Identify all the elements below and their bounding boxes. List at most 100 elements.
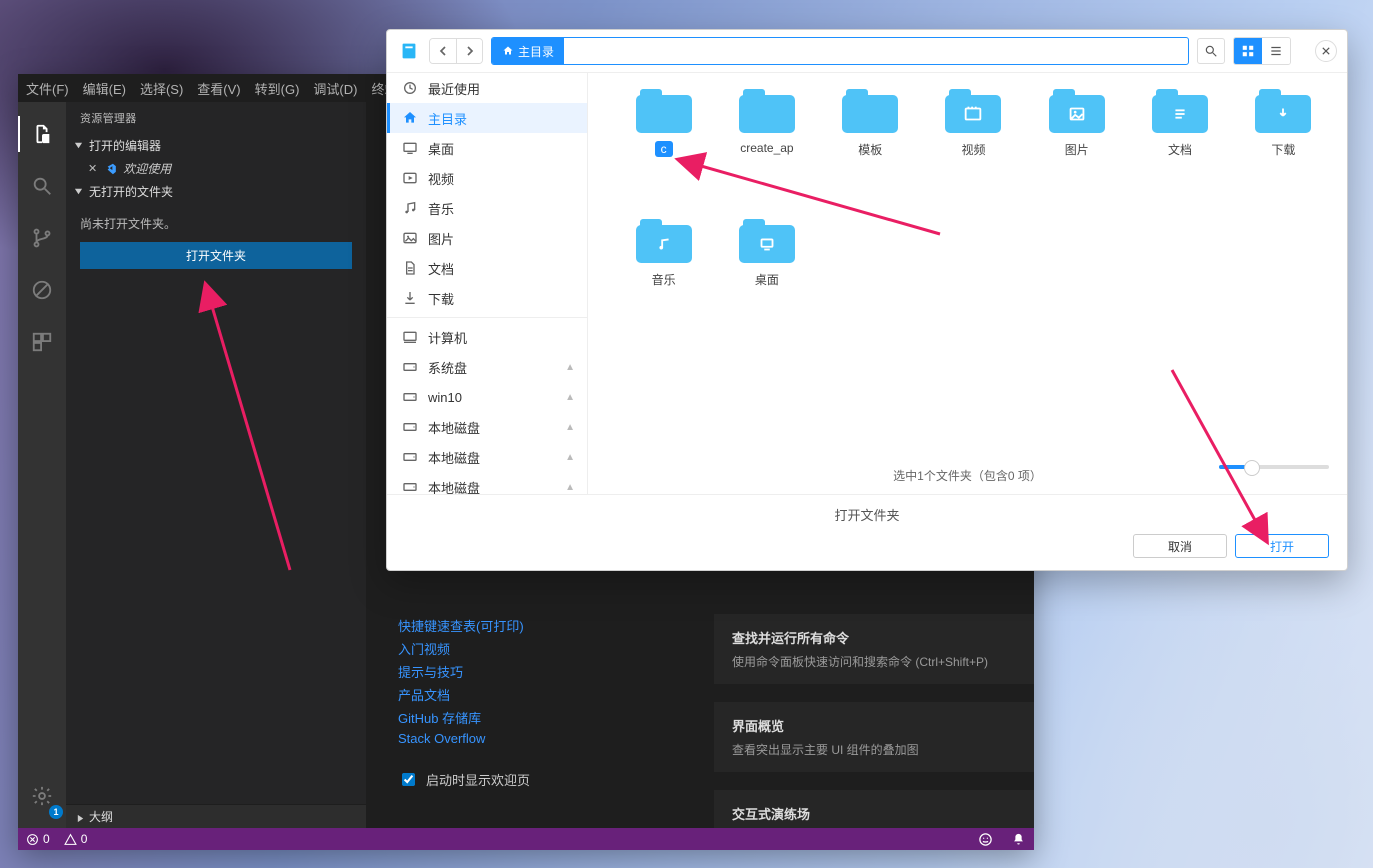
welcome-card-title: 界面概览 bbox=[732, 716, 1032, 735]
cancel-button[interactable]: 取消 bbox=[1133, 534, 1227, 558]
path-field[interactable]: 主目录 bbox=[491, 37, 1189, 65]
eject-icon[interactable]: ▲ bbox=[565, 422, 575, 433]
disk-icon bbox=[402, 359, 418, 375]
path-chip-label: 主目录 bbox=[518, 43, 554, 60]
welcome-checkbox[interactable] bbox=[402, 773, 415, 786]
places-item[interactable]: 本地磁盘▲ bbox=[387, 442, 587, 472]
places-item[interactable]: 图片 bbox=[387, 223, 587, 253]
smiley-icon[interactable] bbox=[978, 832, 993, 847]
selection-status-row: 选中1个文件夹（包含0 项） bbox=[588, 461, 1347, 494]
eject-icon[interactable]: ▲ bbox=[565, 452, 575, 463]
section-outline[interactable]: 大纲 bbox=[66, 804, 366, 828]
section-no-folder[interactable]: 无打开的文件夹 bbox=[66, 180, 366, 203]
folder-icon bbox=[636, 89, 692, 133]
folder-item[interactable]: c bbox=[612, 89, 715, 189]
open-folder-button[interactable]: 打开文件夹 bbox=[80, 242, 352, 269]
download-icon bbox=[402, 290, 418, 306]
folder-label: create_ap bbox=[740, 141, 793, 155]
places-item-label: win10 bbox=[428, 390, 462, 405]
folder-item[interactable]: 图片 bbox=[1025, 89, 1128, 189]
folder-item[interactable]: 文档 bbox=[1128, 89, 1231, 189]
places-item[interactable]: 视频 bbox=[387, 163, 587, 193]
places-item[interactable]: 本地磁盘▲ bbox=[387, 412, 587, 442]
extensions-icon bbox=[31, 331, 53, 353]
music-icon bbox=[402, 200, 418, 216]
grid-icon bbox=[1241, 44, 1255, 58]
welcome-card[interactable]: 交互式演练场在简短演练中试用编辑器的基本功能 bbox=[714, 790, 1034, 828]
nav-forward-button[interactable] bbox=[456, 39, 482, 63]
places-item[interactable]: 音乐 bbox=[387, 193, 587, 223]
nav-back-button[interactable] bbox=[430, 39, 456, 63]
places-item-label: 视频 bbox=[428, 169, 454, 188]
places-item[interactable]: 主目录 bbox=[387, 103, 587, 133]
welcome-card-title: 查找并运行所有命令 bbox=[732, 628, 1032, 647]
close-icon[interactable]: ✕ bbox=[88, 162, 97, 175]
places-item[interactable]: 桌面 bbox=[387, 133, 587, 163]
desktop-icon bbox=[402, 140, 418, 156]
folder-item[interactable]: 音乐 bbox=[612, 219, 715, 319]
menu-file[interactable]: 文件(F) bbox=[26, 79, 69, 98]
menu-selection[interactable]: 选择(S) bbox=[140, 79, 183, 98]
folder-item[interactable]: 视频 bbox=[922, 89, 1025, 189]
view-list-button[interactable] bbox=[1262, 38, 1290, 64]
activity-settings[interactable]: 1 bbox=[18, 774, 66, 818]
bell-icon[interactable] bbox=[1011, 832, 1026, 847]
places-item-label: 最近使用 bbox=[428, 79, 480, 98]
close-icon bbox=[1322, 46, 1330, 56]
path-chip-home[interactable]: 主目录 bbox=[492, 38, 564, 64]
zoom-slider[interactable] bbox=[1219, 465, 1329, 469]
folder-item[interactable]: 桌面 bbox=[715, 219, 818, 319]
activity-scm[interactable] bbox=[18, 216, 66, 260]
folder-icon bbox=[739, 89, 795, 133]
activity-debug[interactable] bbox=[18, 268, 66, 312]
places-item-label: 桌面 bbox=[428, 139, 454, 158]
view-mode-toggle bbox=[1233, 37, 1291, 65]
section-open-editors[interactable]: 打开的编辑器 bbox=[66, 134, 366, 157]
menu-edit[interactable]: 编辑(E) bbox=[83, 79, 126, 98]
open-editor-welcome[interactable]: ✕ 欢迎使用 bbox=[66, 157, 366, 180]
eject-icon[interactable]: ▲ bbox=[565, 482, 575, 493]
dialog-main: 最近使用主目录桌面视频音乐图片文档下载计算机系统盘▲win10▲本地磁盘▲本地磁… bbox=[387, 73, 1347, 494]
search-button[interactable] bbox=[1197, 38, 1225, 64]
folder-item[interactable]: 模板 bbox=[819, 89, 922, 189]
disk-icon bbox=[402, 419, 418, 435]
activity-search[interactable] bbox=[18, 164, 66, 208]
places-item[interactable]: 本地磁盘▲ bbox=[387, 472, 587, 494]
dialog-footer: 打开文件夹 取消 打开 bbox=[387, 494, 1347, 570]
places-item[interactable]: 文档 bbox=[387, 253, 587, 283]
open-editor-welcome-label: 欢迎使用 bbox=[123, 160, 171, 177]
places-item[interactable]: 计算机 bbox=[387, 322, 587, 352]
welcome-card[interactable]: 查找并运行所有命令使用命令面板快速访问和搜索命令 (Ctrl+Shift+P) bbox=[714, 614, 1034, 684]
places-item[interactable]: 系统盘▲ bbox=[387, 352, 587, 382]
welcome-checkbox-label: 启动时显示欢迎页 bbox=[426, 770, 530, 789]
activity-extensions[interactable] bbox=[18, 320, 66, 364]
places-item[interactable]: 最近使用 bbox=[387, 73, 587, 103]
status-errors[interactable]: 0 bbox=[26, 832, 50, 846]
folder-icon bbox=[636, 219, 692, 263]
dialog-close-button[interactable] bbox=[1315, 40, 1337, 62]
eject-icon[interactable]: ▲ bbox=[565, 362, 575, 373]
menu-view[interactable]: 查看(V) bbox=[197, 79, 240, 98]
folder-item[interactable]: create_ap bbox=[715, 89, 818, 189]
status-warnings[interactable]: 0 bbox=[64, 832, 88, 846]
places-item[interactable]: 下载 bbox=[387, 283, 587, 313]
folder-item[interactable]: 下载 bbox=[1232, 89, 1335, 189]
home-icon bbox=[402, 110, 418, 126]
folder-label: 图片 bbox=[1065, 141, 1089, 158]
activity-explorer[interactable] bbox=[18, 112, 66, 156]
search-icon bbox=[31, 175, 53, 197]
menu-go[interactable]: 转到(G) bbox=[255, 79, 300, 98]
menu-debug[interactable]: 调试(D) bbox=[313, 79, 357, 98]
folder-grid[interactable]: c create_ap 模板 视频 图片 文档 下载 bbox=[588, 73, 1347, 461]
file-manager-logo-icon bbox=[397, 39, 421, 63]
open-button[interactable]: 打开 bbox=[1235, 534, 1329, 558]
dialog-toolbar: 主目录 bbox=[387, 30, 1347, 73]
welcome-card[interactable]: 界面概览查看突出显示主要 UI 组件的叠加图 bbox=[714, 702, 1034, 772]
status-errors-count: 0 bbox=[43, 832, 50, 846]
chevron-right-icon bbox=[465, 46, 475, 56]
folder-icon bbox=[945, 89, 1001, 133]
selection-status: 选中1个文件夹（包含0 项） bbox=[893, 467, 1042, 484]
view-grid-button[interactable] bbox=[1234, 38, 1262, 64]
eject-icon[interactable]: ▲ bbox=[565, 392, 575, 403]
places-item[interactable]: win10 ▲ bbox=[387, 382, 587, 412]
